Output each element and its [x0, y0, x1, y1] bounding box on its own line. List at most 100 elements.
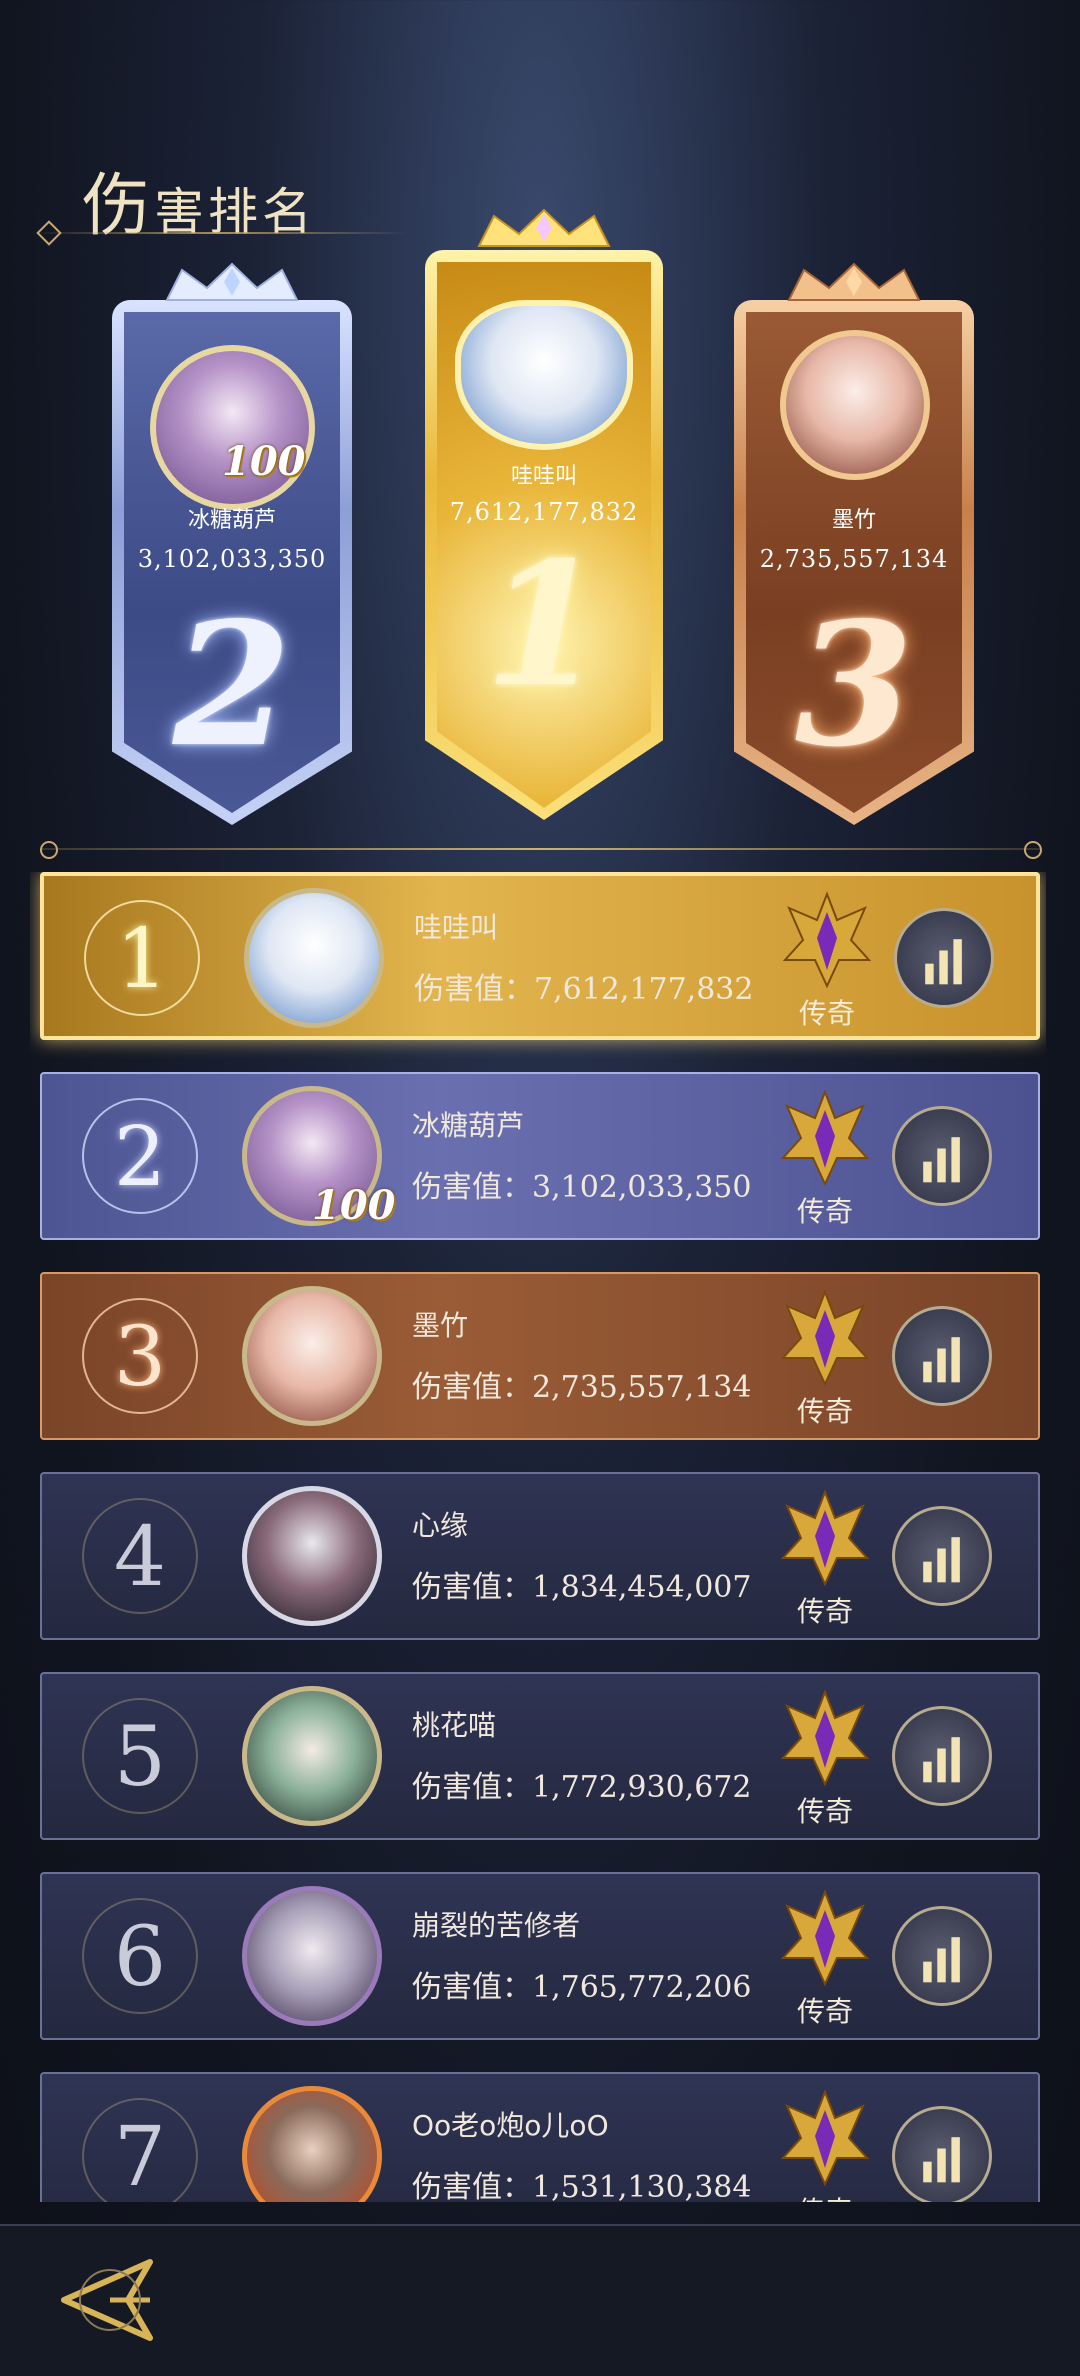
damage-label: 伤害值：	[412, 1970, 532, 2005]
player-name: 墨竹	[412, 1309, 469, 1342]
damage-label: 伤害值：	[414, 972, 534, 1007]
stats-button[interactable]	[892, 1106, 992, 1206]
bottom-bar	[0, 2224, 1080, 2376]
ranking-row-3[interactable]: 3 墨竹 伤害值：2,735,557,134 传奇	[40, 1272, 1040, 1440]
rank-number: 7	[82, 2098, 198, 2202]
crown-gold-icon	[477, 208, 611, 247]
podium-name-2: 冰糖葫芦	[187, 508, 276, 533]
legend-emblem-icon	[780, 1889, 870, 1987]
tier-label: 传奇	[780, 2190, 870, 2202]
stats-button[interactable]	[892, 2106, 992, 2202]
damage-value: 伤害值：1,772,930,672	[412, 1762, 751, 1806]
level-badge: 100	[312, 1182, 396, 1229]
rank-number: 5	[82, 1698, 198, 1814]
bar-chart-icon	[923, 1537, 960, 1583]
rank-number: 6	[82, 1898, 198, 2014]
damage-label: 伤害值：	[412, 1770, 532, 1805]
ranking-row-1[interactable]: 1 哇哇叫 伤害值：7,612,177,832 传奇	[40, 872, 1040, 1040]
stats-button[interactable]	[892, 1306, 992, 1406]
avatar[interactable]	[244, 888, 384, 1028]
podium-name-1: 哇哇叫	[510, 464, 577, 489]
ranking-row-7[interactable]: 7 Oo老o炮o儿oO 伤害值：1,531,130,384 传奇	[40, 2072, 1040, 2202]
damage-value: 伤害值：3,102,033,350	[412, 1162, 751, 1206]
damage-number: 7,612,177,832	[534, 972, 754, 1007]
damage-number: 1,531,130,384	[532, 2170, 752, 2202]
podium-rank-2: 2	[172, 585, 292, 785]
tier-label: 传奇	[796, 1195, 853, 1228]
divider-ornament-left	[40, 841, 58, 859]
podium-avatar-1[interactable]	[455, 300, 633, 450]
podium-rank-3: 3	[794, 585, 914, 785]
tier-label: 传奇	[796, 1995, 853, 2028]
podium-rank-1: 1	[484, 525, 604, 725]
bar-chart-icon	[925, 939, 962, 985]
tier-label: 传奇	[796, 1795, 853, 1828]
podium-score-3: 2,735,557,134	[759, 545, 949, 573]
ranking-list[interactable]: 1 哇哇叫 伤害值：7,612,177,832 传奇 2 冰糖葫芦 伤害值：3,…	[30, 872, 1046, 2202]
damage-number: 1,772,930,672	[532, 1770, 752, 1805]
damage-label: 伤害值：	[412, 2170, 532, 2202]
player-name: Oo老o炮o儿oO	[412, 2109, 609, 2142]
rank-number: 3	[82, 1298, 198, 1414]
podium-avatar-2[interactable]	[150, 345, 315, 510]
avatar[interactable]	[242, 1286, 382, 1426]
avatar[interactable]	[242, 1486, 382, 1626]
rank-number: 4	[82, 1498, 198, 1614]
level-badge: 100	[222, 438, 306, 485]
damage-number: 1,765,772,206	[532, 1970, 752, 2005]
crown-silver-icon	[165, 262, 299, 301]
player-name: 桃花喵	[412, 1709, 497, 1742]
damage-number: 3,102,033,350	[532, 1170, 752, 1205]
legend-emblem-icon	[782, 891, 872, 989]
page-title: 伤害排名	[82, 150, 316, 249]
tier-label: 传奇	[796, 1595, 853, 1628]
player-name: 哇哇叫	[414, 911, 499, 944]
divider-ornament-right	[1024, 841, 1042, 859]
tier-label: 传奇	[798, 997, 855, 1030]
podium-name-3: 墨竹	[831, 508, 876, 533]
damage-number: 2,735,557,134	[532, 1370, 752, 1405]
player-name: 心缘	[412, 1509, 469, 1542]
bar-chart-icon	[923, 2137, 960, 2183]
damage-value: 伤害值：1,765,772,206	[412, 1962, 751, 2006]
damage-label: 伤害值：	[412, 1370, 532, 1405]
avatar[interactable]	[242, 2086, 382, 2202]
podium-avatar-3[interactable]	[780, 330, 930, 480]
podium-score-2: 3,102,033,350	[137, 545, 327, 573]
legend-emblem-icon	[780, 1089, 870, 1187]
title-diamond-ornament	[36, 220, 62, 246]
tier-label: 传奇	[796, 1395, 853, 1428]
ranking-row-6[interactable]: 6 崩裂的苦修者 伤害值：1,765,772,206 传奇	[40, 1872, 1040, 2040]
title-first-char: 伤	[82, 167, 155, 246]
damage-value: 伤害值：7,612,177,832	[414, 964, 753, 1008]
avatar[interactable]	[242, 1686, 382, 1826]
damage-value: 伤害值：1,531,130,384	[412, 2162, 751, 2202]
damage-value: 伤害值：1,834,454,007	[412, 1562, 751, 1606]
ranking-row-2[interactable]: 2 冰糖葫芦 伤害值：3,102,033,350 传奇	[40, 1072, 1040, 1240]
stats-button[interactable]	[892, 1906, 992, 2006]
ranking-row-4[interactable]: 4 心缘 伤害值：1,834,454,007 传奇	[40, 1472, 1040, 1640]
stats-button[interactable]	[894, 908, 994, 1008]
back-arrow-icon[interactable]	[50, 2250, 160, 2350]
ranking-row-5[interactable]: 5 桃花喵 伤害值：1,772,930,672 传奇	[40, 1672, 1040, 1840]
rank-number: 2	[82, 1098, 198, 1214]
legend-emblem-icon	[780, 1689, 870, 1787]
player-name: 崩裂的苦修者	[412, 1909, 581, 1942]
avatar[interactable]	[242, 1886, 382, 2026]
damage-value: 伤害值：2,735,557,134	[412, 1362, 751, 1406]
legend-emblem-icon	[780, 1489, 870, 1587]
stats-button[interactable]	[892, 1506, 992, 1606]
legend-emblem-icon	[780, 1289, 870, 1387]
bar-chart-icon	[923, 1937, 960, 1983]
rank-number: 1	[84, 900, 200, 1016]
damage-label: 伤害值：	[412, 1570, 532, 1605]
legend-emblem-icon	[780, 2089, 870, 2187]
bar-chart-icon	[923, 1737, 960, 1783]
damage-label: 伤害值：	[412, 1170, 532, 1205]
title-underline	[30, 232, 410, 234]
stats-button[interactable]	[892, 1706, 992, 1806]
player-name: 冰糖葫芦	[412, 1109, 525, 1142]
podium-score-1: 7,612,177,832	[449, 498, 639, 526]
crown-bronze-icon	[787, 262, 921, 301]
bar-chart-icon	[923, 1137, 960, 1183]
